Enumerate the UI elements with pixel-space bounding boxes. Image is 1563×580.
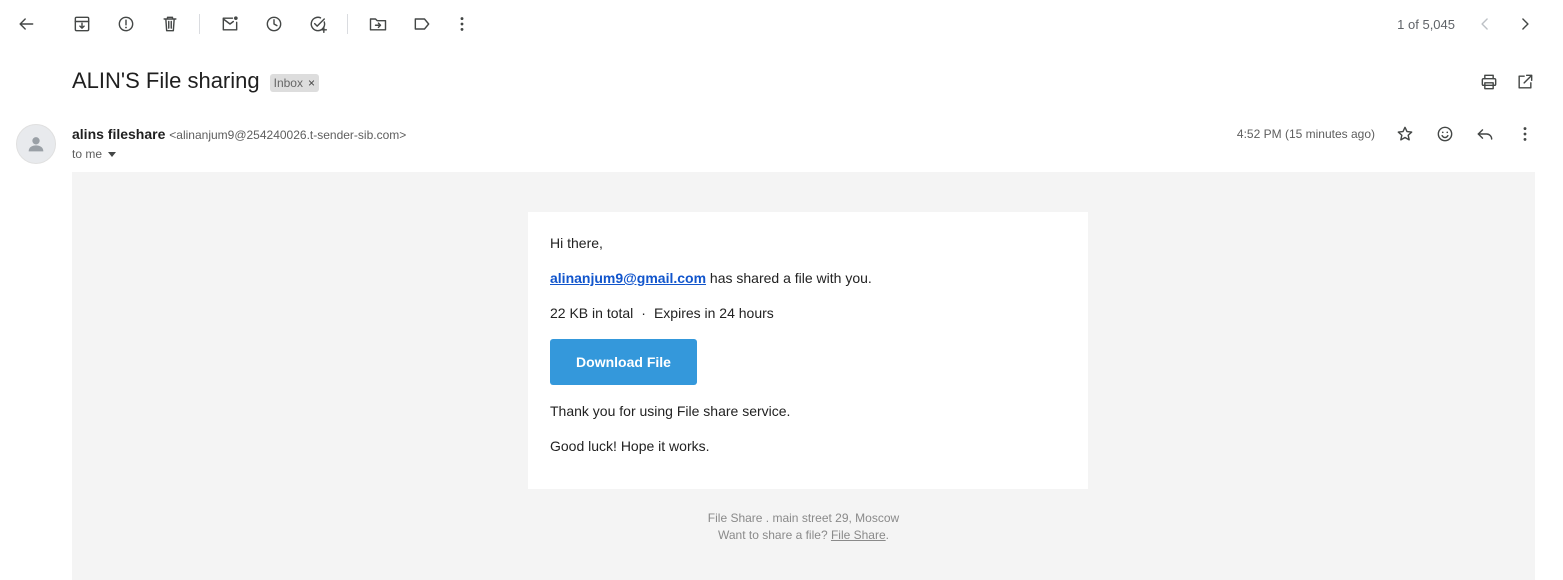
share-notice: alinanjum9@gmail.com has shared a file w… bbox=[550, 270, 1066, 287]
toolbar-divider bbox=[347, 14, 348, 34]
star-icon[interactable] bbox=[1393, 122, 1417, 146]
label-icon[interactable] bbox=[410, 12, 434, 36]
emoji-reaction-icon[interactable] bbox=[1433, 122, 1457, 146]
email-body: Hi there, alinanjum9@gmail.com has share… bbox=[72, 172, 1535, 580]
footer-share-line: Want to share a file? File Share. bbox=[72, 527, 1535, 544]
footer-address: File Share . main street 29, Moscow bbox=[707, 511, 900, 525]
archive-icon[interactable] bbox=[70, 12, 94, 36]
footer-period: . bbox=[885, 528, 889, 542]
meta-separator: · bbox=[641, 305, 646, 321]
back-arrow-icon[interactable] bbox=[14, 12, 38, 36]
sender-info: alins fileshare <alinanjum9@254240026.t-… bbox=[72, 126, 406, 142]
open-new-window-icon[interactable] bbox=[1513, 70, 1537, 94]
sender-email: <alinanjum9@254240026.t-sender-sib.com> bbox=[169, 128, 407, 142]
mark-unread-icon[interactable] bbox=[218, 12, 242, 36]
print-icon[interactable] bbox=[1477, 70, 1501, 94]
good-luck-text: Good luck! Hope it works. bbox=[550, 438, 710, 454]
avatar bbox=[16, 124, 56, 164]
file-meta: 22 KB in total · Expires in 24 hours bbox=[550, 305, 1066, 322]
greeting-text: Hi there, bbox=[550, 235, 603, 251]
share-notice-text: has shared a file with you. bbox=[706, 270, 872, 286]
delete-icon[interactable] bbox=[158, 12, 182, 36]
message-timestamp: 4:52 PM (15 minutes ago) bbox=[1236, 127, 1375, 141]
download-file-button[interactable]: Download File bbox=[550, 339, 697, 385]
sharer-email-link[interactable]: alinanjum9@gmail.com bbox=[550, 270, 706, 286]
add-task-icon[interactable] bbox=[306, 12, 330, 36]
snooze-icon[interactable] bbox=[262, 12, 286, 36]
email-subject: ALIN'S File sharing bbox=[72, 68, 260, 93]
sender-name[interactable]: alins fileshare bbox=[72, 126, 165, 142]
message-counter: 1 of 5,045 bbox=[1397, 17, 1455, 32]
recipient-details-toggle[interactable]: to me bbox=[72, 147, 117, 161]
file-size: 22 KB in total bbox=[550, 305, 634, 321]
footer-prompt: Want to share a file? bbox=[718, 528, 831, 542]
email-footer: File Share . main street 29, Moscow Want… bbox=[72, 510, 1535, 544]
thanks-text: Thank you for using File share service. bbox=[550, 403, 791, 419]
email-content-card: Hi there, alinanjum9@gmail.com has share… bbox=[528, 212, 1088, 489]
expiry-text: Expires in 24 hours bbox=[653, 305, 774, 321]
subject-line: ALIN'S File sharing Inbox × bbox=[72, 68, 319, 94]
newer-chevron-icon[interactable] bbox=[1473, 12, 1497, 36]
inbox-label-chip: Inbox × bbox=[269, 73, 319, 92]
inbox-label-text: Inbox bbox=[273, 75, 303, 90]
footer-fileshare-link[interactable]: File Share bbox=[831, 528, 886, 542]
move-to-icon[interactable] bbox=[366, 12, 390, 36]
toolbar-divider bbox=[199, 14, 200, 34]
report-spam-icon[interactable] bbox=[114, 12, 138, 36]
caret-down-icon bbox=[108, 151, 117, 157]
recipient-label: to me bbox=[72, 147, 103, 161]
more-vert-icon[interactable] bbox=[450, 12, 474, 36]
remove-label-icon[interactable]: × bbox=[308, 76, 315, 90]
message-more-icon[interactable] bbox=[1513, 122, 1537, 146]
reply-icon[interactable] bbox=[1473, 122, 1497, 146]
older-chevron-icon[interactable] bbox=[1513, 12, 1537, 36]
